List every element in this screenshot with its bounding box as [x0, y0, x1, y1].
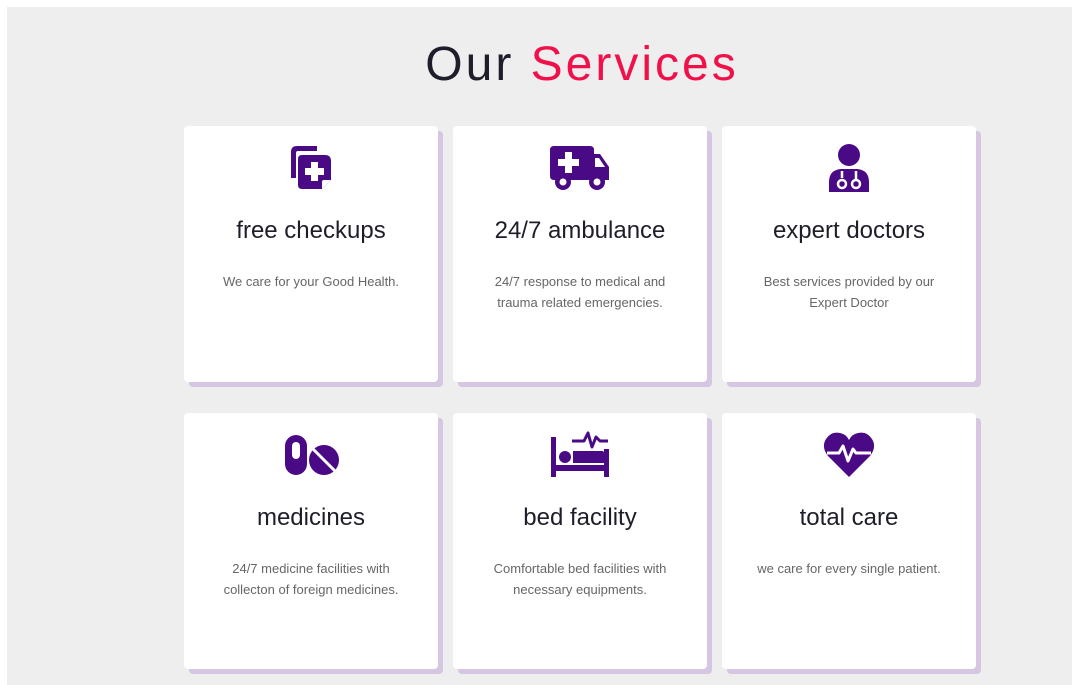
medical-folder-icon — [184, 142, 438, 196]
service-title: free checkups — [236, 217, 386, 244]
service-description: we care for every single patient. — [757, 561, 941, 576]
service-card-ambulance: 24/7 ambulance 24/7 response to medical … — [453, 126, 707, 382]
pills-icon — [184, 429, 438, 483]
service-card-medicines: medicines 24/7 medicine facilities with … — [184, 413, 438, 669]
service-card-bed-facility: bed facility Comfortable bed facilities … — [453, 413, 707, 669]
service-description: 24/7 response to medical and trauma rela… — [494, 274, 666, 310]
service-description: We care for your Good Health. — [222, 274, 400, 289]
service-title: total care — [799, 504, 899, 531]
service-card-total-care: total care we care for every single pati… — [722, 413, 976, 669]
hospital-bed-icon — [453, 429, 707, 483]
service-card-free-checkups: free checkups We care for your Good Heal… — [184, 126, 438, 382]
doctor-icon — [722, 142, 976, 196]
service-description: Comfortable bed facilities with necessar… — [493, 561, 667, 597]
heartbeat-icon — [722, 429, 976, 483]
service-card-expert-doctors: expert doctors Best services provided by… — [722, 126, 976, 382]
service-title: bed facility — [523, 504, 637, 531]
service-title: medicines — [256, 504, 366, 531]
heading-accent-text: Services — [530, 38, 739, 91]
service-description: Best services provided by our Expert Doc… — [763, 274, 935, 310]
section-heading: Our Services — [7, 37, 1072, 92]
service-description: 24/7 medicine facilities with collecton … — [223, 561, 399, 597]
service-title: expert doctors — [772, 217, 926, 244]
heading-text: Our — [425, 38, 515, 91]
ambulance-icon — [453, 142, 707, 196]
service-title: 24/7 ambulance — [494, 217, 666, 244]
